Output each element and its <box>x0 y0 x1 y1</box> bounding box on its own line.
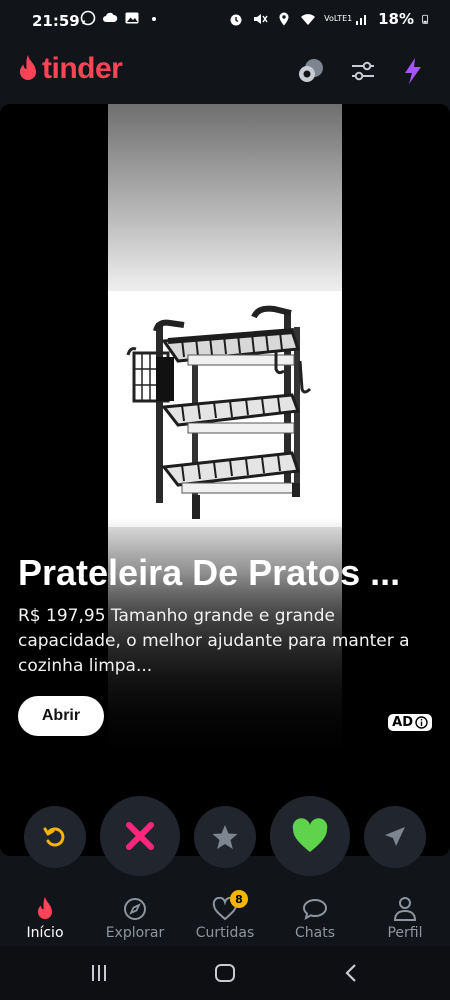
star-icon <box>212 825 238 849</box>
compass-icon <box>124 898 146 920</box>
cloud-icon <box>103 12 118 22</box>
nav-item-chats[interactable]: Chats <box>270 888 360 946</box>
close-icon <box>126 822 154 850</box>
profile-card[interactable]: Prateleira De Pratos ... R$ 197,95 Taman… <box>0 104 450 856</box>
nav-item-inicio[interactable]: Início <box>0 888 90 946</box>
card-gradient-overlay <box>0 104 450 856</box>
nope-button[interactable] <box>100 796 180 876</box>
nav-item-explorar[interactable]: Explorar <box>90 888 180 946</box>
status-bar: 21:59 VoLTE1 18% <box>0 0 450 44</box>
status-time: 21:59 <box>32 12 80 30</box>
ad-label: AD <box>392 715 413 730</box>
back-button[interactable] <box>338 962 364 984</box>
flame-logo-icon <box>20 55 36 80</box>
likes-count-badge: 8 <box>230 890 248 908</box>
nav-label: Perfil <box>387 925 423 941</box>
status-right-icons: VoLTE1 18% <box>228 10 432 28</box>
nav-label: Curtidas <box>195 925 255 941</box>
heart-icon <box>292 818 328 852</box>
dot-icon <box>152 17 156 21</box>
chat-bubbles-button[interactable] <box>294 54 328 88</box>
network-label: VoLTE1 <box>324 14 353 23</box>
nav-item-perfil[interactable]: Perfil <box>360 888 450 946</box>
home-button[interactable] <box>212 962 238 984</box>
action-bar <box>0 796 450 876</box>
system-nav-bar <box>0 946 450 1000</box>
nav-label: Início <box>26 925 64 941</box>
person-icon <box>393 897 417 921</box>
gallery-icon <box>125 12 139 24</box>
boost-icon <box>405 58 421 84</box>
app-header: tinder <box>0 44 450 98</box>
signal-icon <box>356 15 367 25</box>
nav-label: Explorar <box>105 925 165 941</box>
home-icon <box>215 964 235 982</box>
status-left-icons <box>80 10 162 26</box>
back-icon <box>345 964 356 982</box>
chat-bubbles-icon <box>299 59 323 82</box>
nav-label: Chats <box>294 925 335 941</box>
nav-item-curtidas[interactable]: 8 Curtidas <box>180 888 270 946</box>
boost-button[interactable] <box>396 54 430 88</box>
tinder-logo[interactable]: tinder <box>16 52 123 86</box>
whatsapp-icon <box>80 10 96 26</box>
rewind-button[interactable] <box>24 806 86 868</box>
recents-icon <box>92 965 106 981</box>
recents-button[interactable] <box>86 962 112 984</box>
logo-text: tinder <box>42 52 123 85</box>
filters-icon <box>352 61 374 81</box>
boost-send-button[interactable] <box>364 806 426 868</box>
rewind-icon <box>43 827 65 847</box>
mute-icon <box>254 14 268 24</box>
chat-icon <box>302 898 328 920</box>
card-description: R$ 197,95 Tamanho grande e grande capaci… <box>18 606 410 676</box>
location-icon <box>279 12 289 26</box>
send-icon <box>385 827 405 846</box>
flame-icon <box>38 897 52 919</box>
bottom-nav: Início Explorar 8 Curtidas Chats Perfil <box>0 888 450 946</box>
alarm-icon <box>230 14 242 26</box>
filters-button[interactable] <box>346 54 380 88</box>
super-like-button[interactable] <box>194 806 256 868</box>
battery-percent: 18% <box>378 10 414 28</box>
wifi-icon <box>301 14 316 25</box>
card-title: Prateleira De Pratos ... <box>18 552 401 593</box>
battery-icon <box>422 14 429 24</box>
like-button[interactable] <box>270 796 350 876</box>
open-button[interactable]: Abrir <box>18 696 104 736</box>
ad-badge[interactable]: AD <box>388 714 432 731</box>
info-icon <box>415 716 428 729</box>
